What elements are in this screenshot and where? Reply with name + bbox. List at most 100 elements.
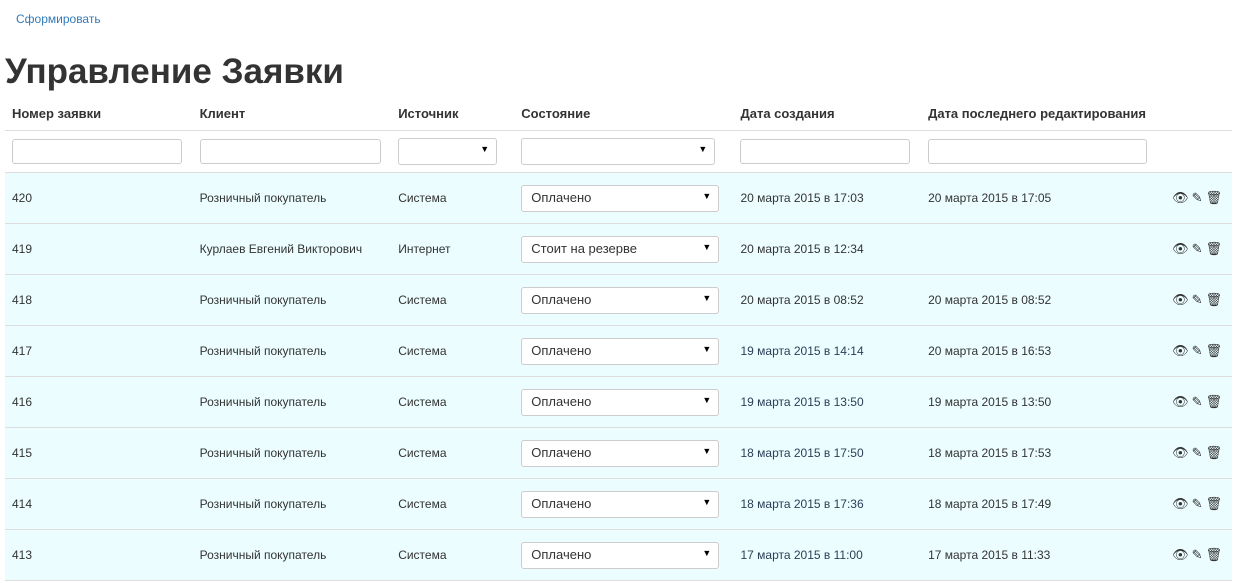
status-select[interactable]: Оплачено ▼ <box>521 490 720 518</box>
table-row: 418 Розничный покупатель Система Оплачен… <box>5 274 1232 326</box>
source: Система <box>391 376 515 428</box>
col-header-status[interactable]: Состояние <box>514 97 734 131</box>
order-number: 416 <box>5 376 193 428</box>
status-select[interactable]: Оплачено ▼ <box>521 541 720 569</box>
delete-trash-icon[interactable]: 🗑 <box>1205 445 1222 460</box>
filter-edited-input[interactable] <box>928 139 1148 164</box>
status-value: Оплачено <box>531 393 592 409</box>
edit-pencil-icon[interactable]: ✎ <box>1192 343 1203 358</box>
status-value: Оплачено <box>531 546 592 562</box>
status-value: Оплачено <box>531 291 592 307</box>
page-title: Управление Заявки <box>5 52 344 91</box>
status-select[interactable]: Оплачено ▼ <box>521 439 720 467</box>
view-eye-icon[interactable]: 👁 <box>1172 190 1189 205</box>
status-value: Оплачено <box>531 342 592 358</box>
view-eye-icon[interactable]: 👁 <box>1172 445 1189 460</box>
chevron-down-icon: ▼ <box>702 547 712 558</box>
status-select[interactable]: Оплачено ▼ <box>521 337 720 365</box>
filter-number-input[interactable] <box>12 139 182 164</box>
delete-trash-icon[interactable]: 🗑 <box>1205 547 1222 562</box>
status-value: Оплачено <box>531 495 592 511</box>
created-date: 18 марта 2015 в 17:36 <box>733 478 922 530</box>
delete-trash-icon[interactable]: 🗑 <box>1205 343 1222 358</box>
source: Система <box>391 529 515 581</box>
edited-date: 20 марта 2015 в 17:05 <box>921 172 1163 224</box>
chevron-down-icon: ▼ <box>702 445 712 456</box>
filter-source-select[interactable]: ▼ <box>398 138 498 165</box>
view-eye-icon[interactable]: 👁 <box>1172 547 1189 562</box>
filter-status-select[interactable]: ▼ <box>521 138 716 165</box>
created-date: 18 марта 2015 в 17:50 <box>733 427 922 479</box>
edit-pencil-icon[interactable]: ✎ <box>1192 394 1203 409</box>
chevron-down-icon: ▼ <box>702 343 712 354</box>
edit-pencil-icon[interactable]: ✎ <box>1192 292 1203 307</box>
chevron-down-icon: ▼ <box>702 292 712 303</box>
source: Система <box>391 325 515 377</box>
edited-date: 18 марта 2015 в 17:53 <box>921 427 1163 479</box>
status-value: Стоит на резерве <box>531 240 637 256</box>
client-name: Розничный покупатель <box>192 376 392 428</box>
order-number: 415 <box>5 427 193 479</box>
source: Интернет <box>391 223 515 275</box>
chevron-down-icon: ▼ <box>480 144 490 154</box>
view-eye-icon[interactable]: 👁 <box>1172 292 1189 307</box>
client-name: Розничный покупатель <box>192 478 392 530</box>
view-eye-icon[interactable]: 👁 <box>1172 343 1189 358</box>
order-number: 414 <box>5 478 193 530</box>
delete-trash-icon[interactable]: 🗑 <box>1205 241 1222 256</box>
order-number: 418 <box>5 274 193 326</box>
orders-table: Номер заявки Клиент Источник Состояние Д… <box>5 97 1232 581</box>
client-name: Розничный покупатель <box>192 427 392 479</box>
order-number: 417 <box>5 325 193 377</box>
source: Система <box>391 172 515 224</box>
status-select[interactable]: Оплачено ▼ <box>521 286 720 314</box>
client-name: Розничный покупатель <box>192 529 392 581</box>
edited-date: 20 марта 2015 в 16:53 <box>921 325 1163 377</box>
chevron-down-icon: ▼ <box>702 241 712 252</box>
filter-created-input[interactable] <box>740 139 911 164</box>
view-eye-icon[interactable]: 👁 <box>1172 496 1189 511</box>
col-header-edited[interactable]: Дата последнего редактирования <box>921 97 1163 131</box>
filter-row: ▼ ▼ <box>5 130 1232 173</box>
view-eye-icon[interactable]: 👁 <box>1172 241 1189 256</box>
status-value: Оплачено <box>531 189 592 205</box>
chevron-down-icon: ▼ <box>702 496 712 507</box>
status-select[interactable]: Оплачено ▼ <box>521 388 720 416</box>
table-row: 414 Розничный покупатель Система Оплачен… <box>5 478 1232 530</box>
delete-trash-icon[interactable]: 🗑 <box>1205 394 1222 409</box>
created-date: 17 марта 2015 в 11:00 <box>733 529 922 581</box>
source: Система <box>391 274 515 326</box>
col-header-source[interactable]: Источник <box>391 97 515 131</box>
status-select[interactable]: Оплачено ▼ <box>521 184 720 212</box>
col-header-created[interactable]: Дата создания <box>733 97 922 131</box>
edit-pencil-icon[interactable]: ✎ <box>1192 190 1203 205</box>
status-select[interactable]: Стоит на резерве ▼ <box>521 235 720 263</box>
delete-trash-icon[interactable]: 🗑 <box>1205 292 1222 307</box>
delete-trash-icon[interactable]: 🗑 <box>1205 190 1222 205</box>
chevron-down-icon: ▼ <box>702 394 712 405</box>
created-date: 19 марта 2015 в 14:14 <box>733 325 922 377</box>
filter-client-input[interactable] <box>199 139 381 164</box>
edit-pencil-icon[interactable]: ✎ <box>1192 241 1203 256</box>
client-name: Розничный покупатель <box>192 172 392 224</box>
created-date: 20 марта 2015 в 12:34 <box>733 223 922 275</box>
status-value: Оплачено <box>531 444 592 460</box>
created-date: 20 марта 2015 в 17:03 <box>733 172 922 224</box>
col-header-client[interactable]: Клиент <box>192 97 392 131</box>
edit-pencil-icon[interactable]: ✎ <box>1192 496 1203 511</box>
view-eye-icon[interactable]: 👁 <box>1172 394 1189 409</box>
generate-link[interactable]: Сформировать <box>16 12 101 26</box>
edit-pencil-icon[interactable]: ✎ <box>1192 445 1203 460</box>
edited-date: 18 марта 2015 в 17:49 <box>921 478 1163 530</box>
order-number: 419 <box>5 223 193 275</box>
order-number: 413 <box>5 529 193 581</box>
client-name: Курлаев Евгений Викторович <box>192 223 392 275</box>
source: Система <box>391 427 515 479</box>
order-number: 420 <box>5 172 193 224</box>
delete-trash-icon[interactable]: 🗑 <box>1205 496 1222 511</box>
table-row: 413 Розничный покупатель Система Оплачен… <box>5 529 1232 581</box>
table-row: 415 Розничный покупатель Система Оплачен… <box>5 427 1232 479</box>
edit-pencil-icon[interactable]: ✎ <box>1192 547 1203 562</box>
col-header-number[interactable]: Номер заявки <box>5 97 193 131</box>
edited-date: 19 марта 2015 в 13:50 <box>921 376 1163 428</box>
